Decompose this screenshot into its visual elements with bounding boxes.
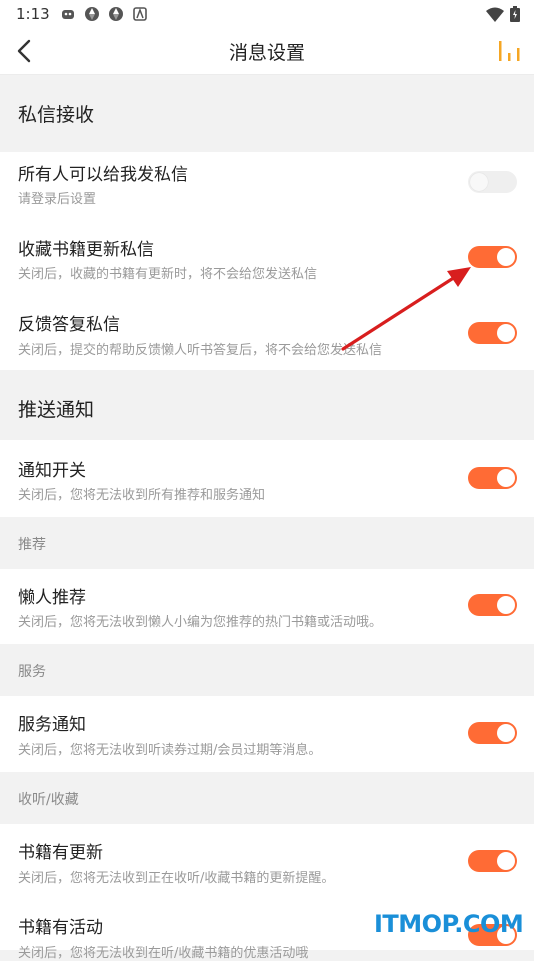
toggle-knob: [497, 469, 515, 487]
setting-title: 服务通知: [18, 715, 86, 735]
setting-description: 关闭后，收藏的书籍有更新时，将不会给您发送私信: [18, 267, 318, 282]
toggle-switch-lazy-recommend[interactable]: [468, 594, 517, 616]
toggle-knob: [497, 324, 515, 342]
setting-title: 通知开关: [18, 461, 86, 481]
setting-row-book-update: 书籍有更新 关闭后，您将无法收到正在收听/收藏书籍的更新提醒。: [0, 824, 534, 900]
aperture-icon: [84, 7, 99, 21]
toggle-knob: [497, 724, 515, 742]
sub-heading-text: 推荐: [18, 537, 46, 553]
aperture-icon: [108, 7, 123, 21]
section-heading-push: 推送通知: [0, 370, 534, 440]
setting-description: 请登录后设置: [18, 192, 97, 207]
setting-row-service-notification: 服务通知 关闭后，您将无法收到听读券过期/会员过期等消息。: [0, 696, 534, 772]
toggle-switch-feedback-reply[interactable]: [468, 322, 517, 344]
setting-title: 收藏书籍更新私信: [18, 240, 154, 260]
setting-title: 懒人推荐: [18, 588, 86, 608]
page-title: 消息设置: [228, 42, 305, 64]
nav-bar: 消息设置: [0, 28, 534, 75]
toggle-knob: [470, 173, 488, 191]
app-icon: [132, 7, 147, 21]
section-heading-text: 私信接收: [18, 104, 95, 126]
setting-row-feedback-reply: 反馈答复私信 关闭后，提交的帮助反馈懒人听书答复后，将不会给您发送私信: [0, 301, 534, 370]
game-icon: [61, 10, 74, 19]
wifi-icon: [486, 7, 504, 22]
status-time: 1:13: [16, 5, 50, 23]
setting-title: 书籍有更新: [18, 843, 103, 863]
setting-row-notification-switch: 通知开关 关闭后，您将无法收到所有推荐和服务通知: [0, 440, 534, 517]
toggle-knob: [497, 596, 515, 614]
setting-title: 反馈答复私信: [18, 315, 120, 335]
toggle-switch-book-update[interactable]: [468, 850, 517, 872]
setting-row-allow-everyone: 所有人可以给我发私信 请登录后设置: [0, 152, 534, 226]
setting-title: 所有人可以给我发私信: [18, 165, 188, 185]
setting-description: 关闭后，提交的帮助反馈懒人听书答复后，将不会给您发送私信: [18, 343, 383, 358]
status-bar: 1:13: [0, 0, 534, 28]
watermark-logo: ITMOP.COM: [374, 910, 524, 938]
toggle-switch-allow-everyone[interactable]: [468, 171, 517, 193]
sub-heading-listen-collect: 收听/收藏: [0, 772, 534, 824]
toggle-switch-service-notification[interactable]: [468, 722, 517, 744]
setting-description: 关闭后，您将无法收到懒人小编为您推荐的热门书籍或活动哦。: [18, 615, 383, 630]
bar-chart-icon[interactable]: [496, 39, 522, 63]
toggle-switch-notification[interactable]: [468, 467, 517, 489]
setting-description: 关闭后，您将无法收到在听/收藏书籍的优惠活动哦: [18, 946, 309, 961]
sub-heading-text: 收听/收藏: [18, 792, 79, 808]
setting-row-collect-update: 收藏书籍更新私信 关闭后，收藏的书籍有更新时，将不会给您发送私信: [0, 226, 534, 301]
sub-heading-text: 服务: [18, 664, 46, 680]
section-heading-private-message: 私信接收: [0, 75, 534, 152]
section-heading-text: 推送通知: [18, 399, 95, 421]
setting-description: 关闭后，您将无法收到正在收听/收藏书籍的更新提醒。: [18, 871, 335, 886]
toggle-knob: [497, 248, 515, 266]
status-right-icons: [486, 6, 520, 22]
sub-heading-recommend: 推荐: [0, 517, 534, 569]
toggle-switch-collect-update[interactable]: [468, 246, 517, 268]
toggle-knob: [497, 852, 515, 870]
setting-title: 书籍有活动: [18, 918, 103, 938]
sub-heading-service: 服务: [0, 644, 534, 696]
setting-description: 关闭后，您将无法收到听读券过期/会员过期等消息。: [18, 743, 322, 758]
battery-icon: [510, 6, 520, 22]
setting-description: 关闭后，您将无法收到所有推荐和服务通知: [18, 488, 266, 503]
setting-row-lazy-recommend: 懒人推荐 关闭后，您将无法收到懒人小编为您推荐的热门书籍或活动哦。: [0, 569, 534, 644]
